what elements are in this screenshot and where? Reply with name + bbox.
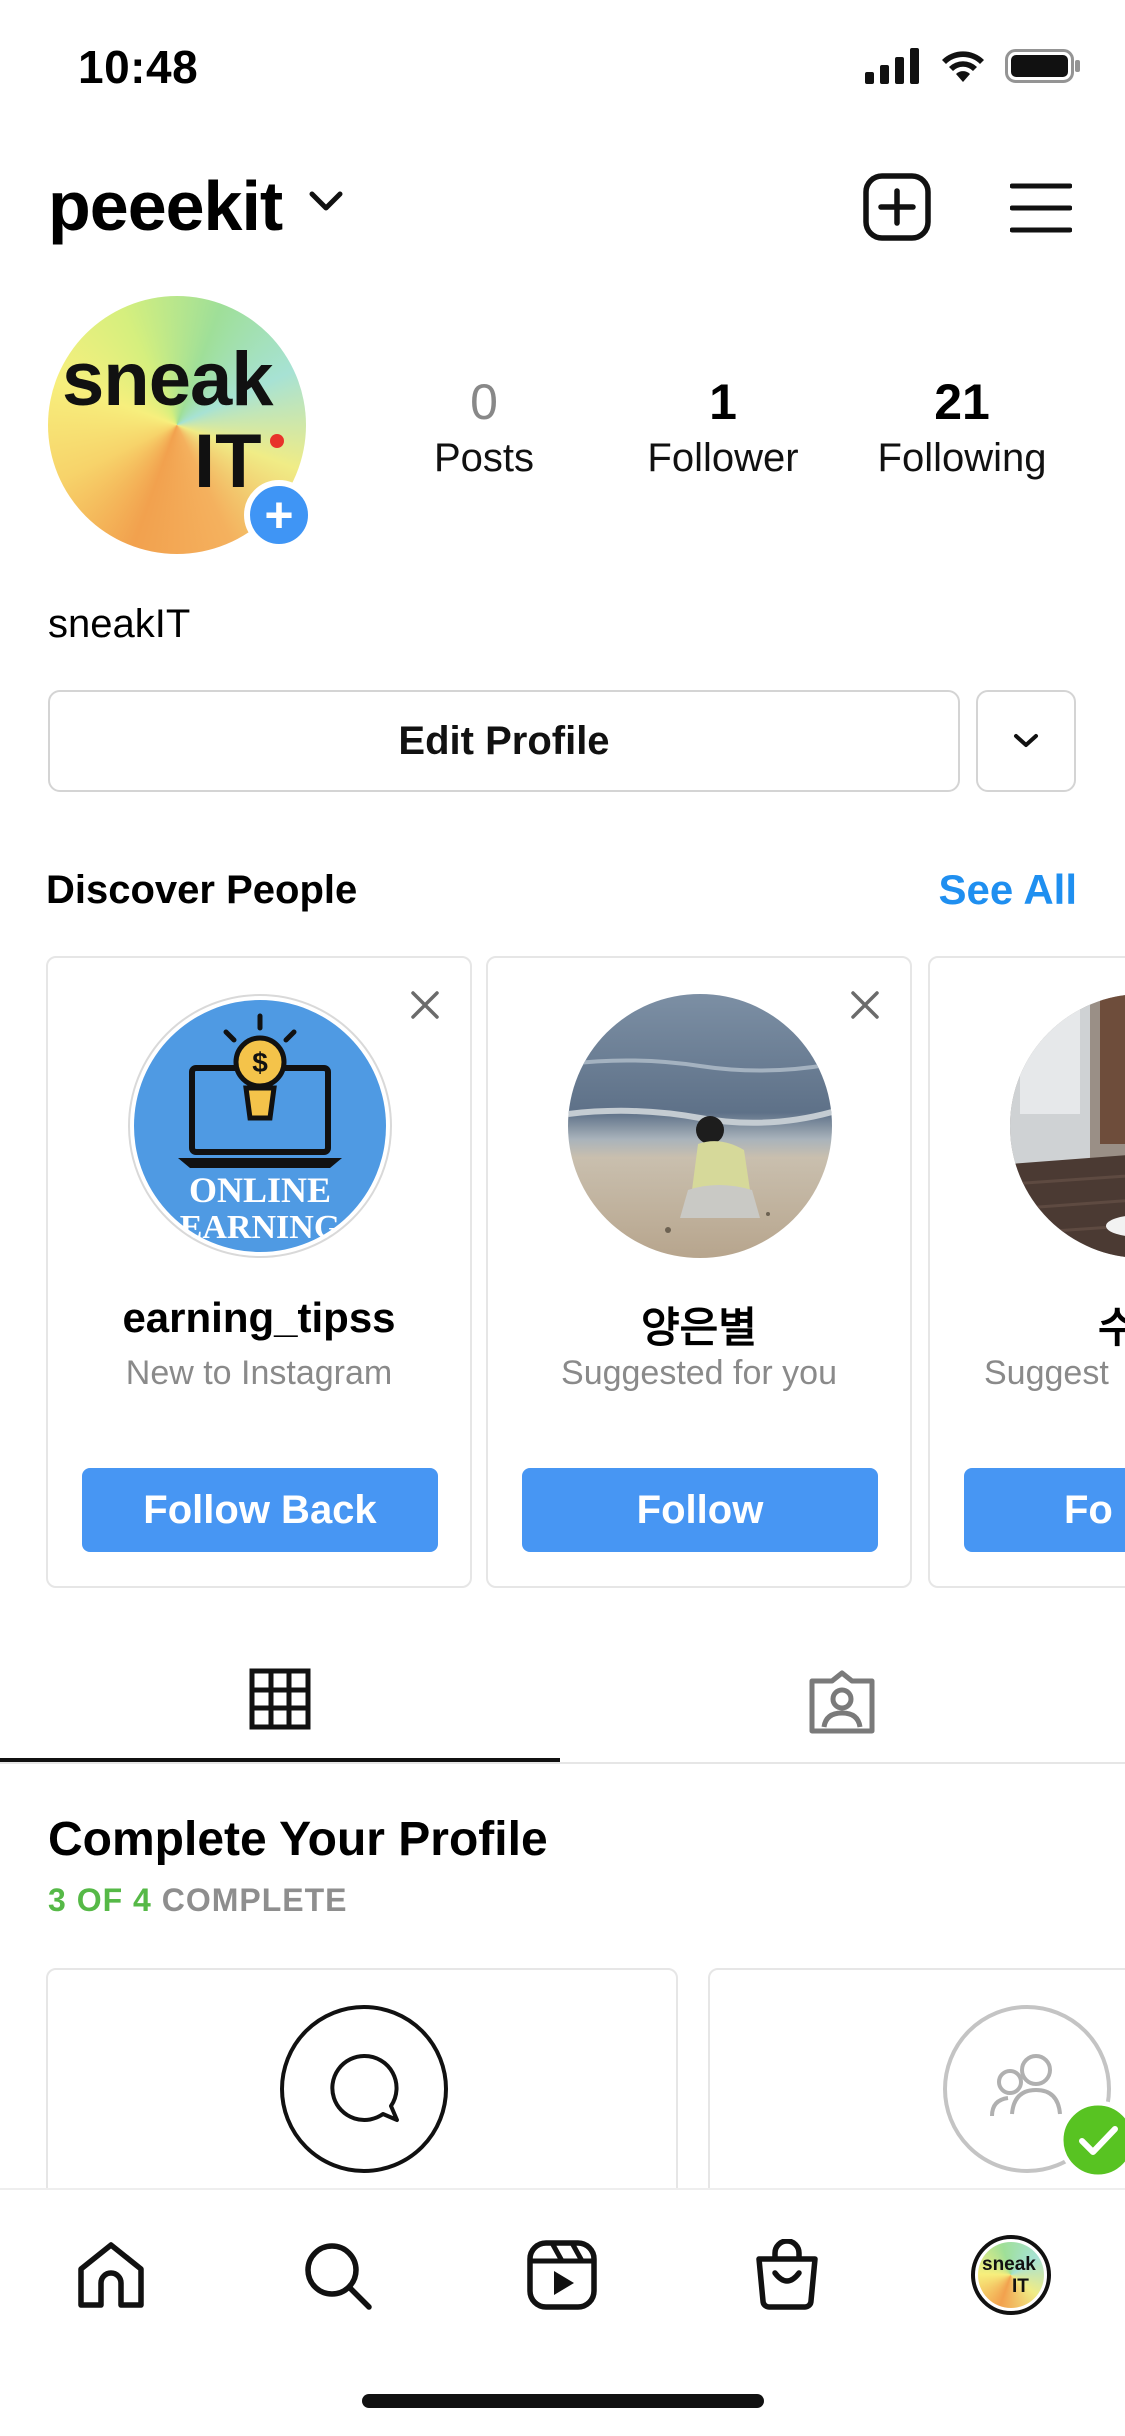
status-icons bbox=[865, 48, 1081, 84]
suggestion-name[interactable]: 양은별 bbox=[488, 1294, 910, 1355]
tagged-icon bbox=[809, 1670, 875, 1734]
checkmark-icon bbox=[1058, 2100, 1125, 2180]
suggestion-reason: Suggested for you bbox=[561, 1354, 837, 1392]
online-earning-logo: $ ONLINE EARNING bbox=[134, 1000, 386, 1252]
avatar-logo-text: sneak bbox=[62, 337, 273, 422]
wifi-icon bbox=[942, 51, 984, 82]
discover-toggle-button[interactable] bbox=[976, 690, 1076, 792]
chevron-down-icon bbox=[1014, 734, 1038, 747]
suggestion-avatar[interactable]: $ ONLINE EARNING bbox=[128, 994, 392, 1258]
status-time: 10:48 bbox=[78, 41, 199, 93]
stat-posts[interactable]: 0 Posts bbox=[364, 372, 604, 484]
following-label: Following bbox=[877, 436, 1047, 480]
profile-tabs bbox=[0, 1640, 1125, 1764]
shop-icon bbox=[756, 2239, 818, 2310]
svg-text:$: $ bbox=[252, 1047, 268, 1078]
suggestion-reason: New to Instagram bbox=[125, 1354, 393, 1392]
nav-avatar-text: sneak bbox=[982, 2254, 1036, 2275]
profile-header: peeekit bbox=[0, 160, 1125, 260]
suggestion-card[interactable]: 수 Suggest Fo bbox=[928, 956, 1125, 1588]
reels-icon bbox=[527, 2240, 597, 2310]
avatar-logo-dot bbox=[270, 434, 284, 448]
chevron-down-icon[interactable] bbox=[308, 190, 344, 214]
stat-followers[interactable]: 1 Follower bbox=[603, 372, 843, 484]
complete-profile-progress: 3 OF 4 COMPLETE bbox=[48, 1882, 347, 1919]
followers-count: 1 bbox=[709, 374, 737, 430]
tab-tagged[interactable] bbox=[562, 1640, 1122, 1764]
nav-home[interactable] bbox=[66, 2230, 156, 2320]
followers-label: Follower bbox=[647, 436, 799, 480]
tab-posts-grid[interactable] bbox=[0, 1640, 560, 1762]
beach-photo bbox=[568, 994, 832, 1258]
suggestion-card[interactable]: 양은별 Suggested for you Follow bbox=[486, 956, 912, 1588]
indoor-photo bbox=[1010, 994, 1125, 1258]
profile-screen: 10:48 peeekit sneak IT + 0 Posts 1 Follo… bbox=[0, 0, 1125, 2436]
nav-profile[interactable]: sneak IT bbox=[966, 2230, 1056, 2320]
posts-label: Posts bbox=[433, 436, 535, 480]
suggestion-name[interactable]: earning_tipss bbox=[48, 1294, 470, 1342]
username-switcher[interactable]: peeekit bbox=[48, 166, 283, 246]
display-name: sneakIT bbox=[48, 602, 191, 646]
status-bar: 10:48 bbox=[0, 0, 1125, 140]
new-post-icon[interactable] bbox=[862, 172, 932, 242]
follow-button[interactable]: Fo bbox=[964, 1468, 1125, 1552]
progress-done: 3 OF 4 bbox=[48, 1882, 152, 1918]
nav-search[interactable] bbox=[292, 2230, 382, 2320]
edit-profile-button[interactable]: Edit Profile bbox=[48, 690, 960, 792]
battery-icon bbox=[1005, 49, 1080, 83]
discover-people-title: Discover People bbox=[46, 868, 358, 912]
suggestion-name[interactable]: 수 bbox=[1098, 1294, 1125, 1355]
home-indicator[interactable] bbox=[362, 2394, 764, 2408]
menu-icon[interactable] bbox=[1010, 182, 1072, 234]
home-icon bbox=[78, 2242, 144, 2308]
svg-text:EARNING: EARNING bbox=[180, 1209, 341, 1246]
search-icon bbox=[305, 2243, 372, 2310]
follow-button[interactable]: Follow bbox=[522, 1468, 878, 1552]
following-count: 21 bbox=[934, 374, 990, 430]
suggestion-card[interactable]: $ ONLINE EARNING earning_tipss New to In… bbox=[46, 956, 472, 1588]
follow-back-button[interactable]: Follow Back bbox=[82, 1468, 438, 1552]
signal-icon bbox=[865, 48, 919, 84]
profile-avatar-wrap[interactable]: sneak IT + bbox=[48, 296, 314, 558]
complete-profile-title: Complete Your Profile bbox=[48, 1813, 548, 1866]
nav-profile-avatar: sneak IT bbox=[971, 2235, 1051, 2315]
nav-shop[interactable] bbox=[742, 2230, 832, 2320]
add-story-button[interactable]: + bbox=[244, 480, 314, 550]
suggestion-reason: Suggest bbox=[984, 1354, 1109, 1392]
suggestion-avatar[interactable] bbox=[568, 994, 832, 1258]
progress-rest: COMPLETE bbox=[161, 1882, 348, 1918]
nav-avatar-text-2: IT bbox=[1012, 2276, 1029, 2297]
comment-icon bbox=[280, 2005, 448, 2173]
see-all-link[interactable]: See All bbox=[938, 866, 1077, 914]
grid-icon bbox=[249, 1668, 311, 1730]
suggestion-avatar[interactable] bbox=[1010, 994, 1125, 1258]
close-icon[interactable] bbox=[410, 990, 440, 1020]
nav-reels[interactable] bbox=[517, 2230, 607, 2320]
stat-following[interactable]: 21 Following bbox=[842, 372, 1082, 484]
close-icon[interactable] bbox=[850, 990, 880, 1020]
posts-count: 0 bbox=[470, 374, 498, 430]
svg-text:ONLINE: ONLINE bbox=[189, 1170, 331, 1210]
